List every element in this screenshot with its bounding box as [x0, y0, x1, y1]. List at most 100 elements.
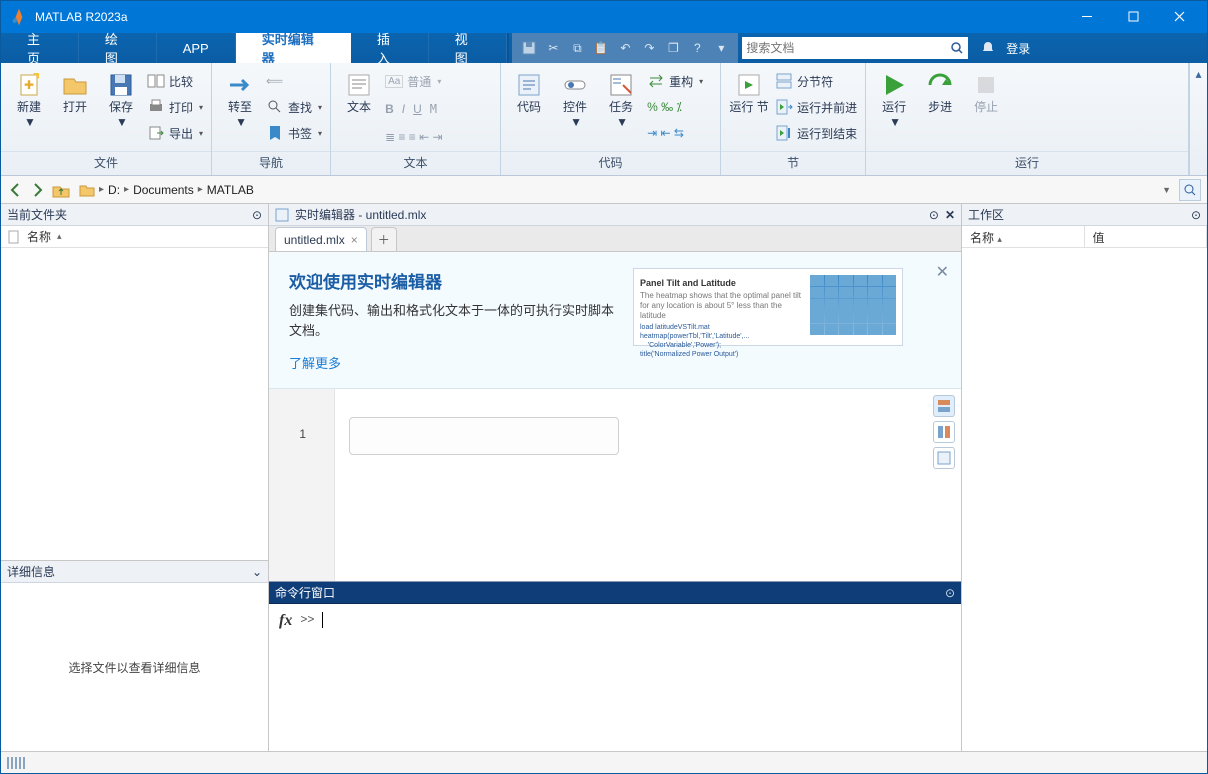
- section-break-button[interactable]: 分节符: [775, 69, 857, 93]
- run-to-end-button[interactable]: 运行到结束: [775, 121, 857, 145]
- file-tab[interactable]: untitled.mlx×: [275, 227, 367, 251]
- ribbon-group-section: 运行 节 分节符 运行并前进 运行到结束 节: [721, 63, 866, 175]
- maximize-button[interactable]: [1111, 1, 1157, 33]
- run-button[interactable]: 运行▼: [874, 67, 914, 129]
- file-list[interactable]: 名称▴: [1, 226, 268, 560]
- search-input[interactable]: [746, 41, 950, 55]
- minimize-button[interactable]: [1065, 1, 1111, 33]
- text-button[interactable]: 文本: [339, 67, 379, 114]
- cut-icon[interactable]: ✂: [542, 37, 564, 59]
- pane-menu-icon[interactable]: ⊙: [1191, 208, 1201, 222]
- ribbon-group-run: 运行▼ 步进 停止 运行: [866, 63, 1189, 175]
- login-button[interactable]: 登录: [1006, 40, 1030, 57]
- details-hint: 选择文件以查看详细信息: [1, 583, 268, 751]
- add-tab-button[interactable]: ＋: [371, 227, 397, 251]
- redo-icon[interactable]: ↷: [638, 37, 660, 59]
- tab-view[interactable]: 视图: [429, 33, 507, 63]
- close-button[interactable]: [1157, 1, 1203, 33]
- main-tabs: 主页 绘图 APP 实时编辑器 插入 视图 ✂ ⧉ 📋 ↶ ↷ ❐ ? ▾ 登录: [1, 33, 1207, 63]
- open-button[interactable]: 打开: [55, 67, 95, 114]
- compare-button[interactable]: 比较: [147, 69, 203, 93]
- forward-icon[interactable]: [29, 181, 47, 199]
- editor-tabs: untitled.mlx× ＋: [269, 226, 961, 252]
- learn-more-link[interactable]: 了解更多: [289, 353, 341, 372]
- help-icon[interactable]: ?: [686, 37, 708, 59]
- command-window-title: 命令行窗口: [275, 584, 939, 601]
- svg-text:✚: ✚: [24, 78, 34, 92]
- ribbon-collapse-icon[interactable]: ▴: [1189, 63, 1207, 175]
- tab-home[interactable]: 主页: [1, 33, 79, 63]
- pane-menu-icon[interactable]: ⊙: [929, 208, 939, 222]
- bell-icon[interactable]: [980, 40, 996, 56]
- workspace-list[interactable]: [962, 248, 1207, 751]
- workspace-columns[interactable]: 名称 ▴ 值: [962, 226, 1207, 248]
- fx-icon[interactable]: fx: [279, 612, 292, 630]
- run-section-button[interactable]: 运行 节: [729, 67, 769, 114]
- paste-icon[interactable]: 📋: [590, 37, 612, 59]
- status-bar: [1, 751, 1207, 773]
- quick-access-dropdown-icon[interactable]: ▾: [710, 37, 732, 59]
- format-bold[interactable]: BIUM: [385, 97, 443, 121]
- tab-live-editor[interactable]: 实时编辑器: [236, 33, 351, 63]
- save-icon[interactable]: [518, 37, 540, 59]
- browse-for-folder-icon[interactable]: [1179, 179, 1201, 201]
- pane-close-icon[interactable]: ✕: [945, 208, 955, 222]
- address-bar: ▸ D:▸ Documents▸ MATLAB ▼: [1, 176, 1207, 204]
- output-right-icon[interactable]: [933, 421, 955, 443]
- tab-insert[interactable]: 插入: [351, 33, 429, 63]
- welcome-close-icon[interactable]: ✕: [936, 262, 949, 282]
- undo-icon[interactable]: ↶: [614, 37, 636, 59]
- editor-title: 实时编辑器 - untitled.mlx: [295, 206, 923, 223]
- file-icon: [7, 230, 21, 244]
- breadcrumb[interactable]: ▸ D:▸ Documents▸ MATLAB: [75, 182, 1154, 198]
- code-button[interactable]: 代码: [509, 67, 549, 114]
- list-buttons[interactable]: ≣ ≡ ≡ ⇤ ⇥: [385, 125, 443, 149]
- pane-menu-icon[interactable]: ⊙: [252, 208, 262, 222]
- windows-icon[interactable]: ❐: [662, 37, 684, 59]
- comment-buttons[interactable]: % ‰ ⁒: [647, 95, 703, 119]
- output-inline-icon[interactable]: [933, 395, 955, 417]
- command-input[interactable]: fx >>: [269, 604, 961, 751]
- style-select[interactable]: Aa普通▾: [385, 69, 443, 93]
- export-button[interactable]: 导出▾: [147, 121, 203, 145]
- save-button[interactable]: 保存▼: [101, 67, 141, 129]
- chevron-down-icon[interactable]: ⌄: [252, 565, 262, 579]
- indent-buttons[interactable]: ⇥ ⇤ ⇆: [647, 121, 703, 145]
- refactor-button[interactable]: 重构▾: [647, 69, 703, 93]
- step-button[interactable]: 步进: [920, 67, 960, 114]
- goto-button[interactable]: 转至▼: [220, 67, 260, 129]
- welcome-body: 创建集代码、输出和格式化文本于一体的可执行实时脚本文档。: [289, 301, 619, 341]
- quick-access-toolbar: ✂ ⧉ 📋 ↶ ↷ ❐ ? ▾: [512, 33, 738, 63]
- bookmark-button[interactable]: 书签▾: [266, 121, 322, 145]
- output-view-toggles: [933, 395, 955, 469]
- ribbon-group-nav: 转至▼ ⟸ 查找▾ 书签▾ 导航: [212, 63, 331, 175]
- back-icon[interactable]: [7, 181, 25, 199]
- path-dropdown-icon[interactable]: ▼: [1158, 185, 1175, 195]
- task-button[interactable]: 任务▼: [601, 67, 641, 129]
- workspace-title: 工作区: [968, 206, 1185, 223]
- find-button[interactable]: 查找▾: [266, 95, 322, 119]
- search-icon[interactable]: [950, 41, 964, 55]
- control-button[interactable]: 控件▼: [555, 67, 595, 129]
- run-advance-button[interactable]: 运行并前进: [775, 95, 857, 119]
- new-button[interactable]: ✚新建▼: [9, 67, 49, 129]
- code-editor[interactable]: 1: [269, 389, 961, 581]
- line-gutter: 1: [269, 389, 335, 581]
- code-cell[interactable]: [349, 417, 619, 455]
- pane-menu-icon[interactable]: ⊙: [945, 586, 955, 600]
- tab-close-icon[interactable]: ×: [351, 233, 358, 247]
- main-layout: 当前文件夹⊙ 名称▴ 详细信息⌄ 选择文件以查看详细信息 实时编辑器 - unt…: [1, 204, 1207, 751]
- print-button[interactable]: 打印▾: [147, 95, 203, 119]
- nav-prev-icon[interactable]: ⟸: [266, 69, 322, 93]
- busy-indicator: [7, 757, 27, 769]
- up-folder-icon[interactable]: [51, 181, 71, 199]
- copy-icon[interactable]: ⧉: [566, 37, 588, 59]
- doc-search[interactable]: [742, 37, 968, 59]
- ribbon-group-text: 文本 Aa普通▾ BIUM ≣ ≡ ≡ ⇤ ⇥ 文本: [331, 63, 501, 175]
- stop-button[interactable]: 停止: [966, 67, 1006, 114]
- tab-apps[interactable]: APP: [157, 33, 236, 63]
- folder-icon: [79, 182, 95, 198]
- tab-plots[interactable]: 绘图: [79, 33, 157, 63]
- details-title: 详细信息: [7, 563, 246, 580]
- output-hide-icon[interactable]: [933, 447, 955, 469]
